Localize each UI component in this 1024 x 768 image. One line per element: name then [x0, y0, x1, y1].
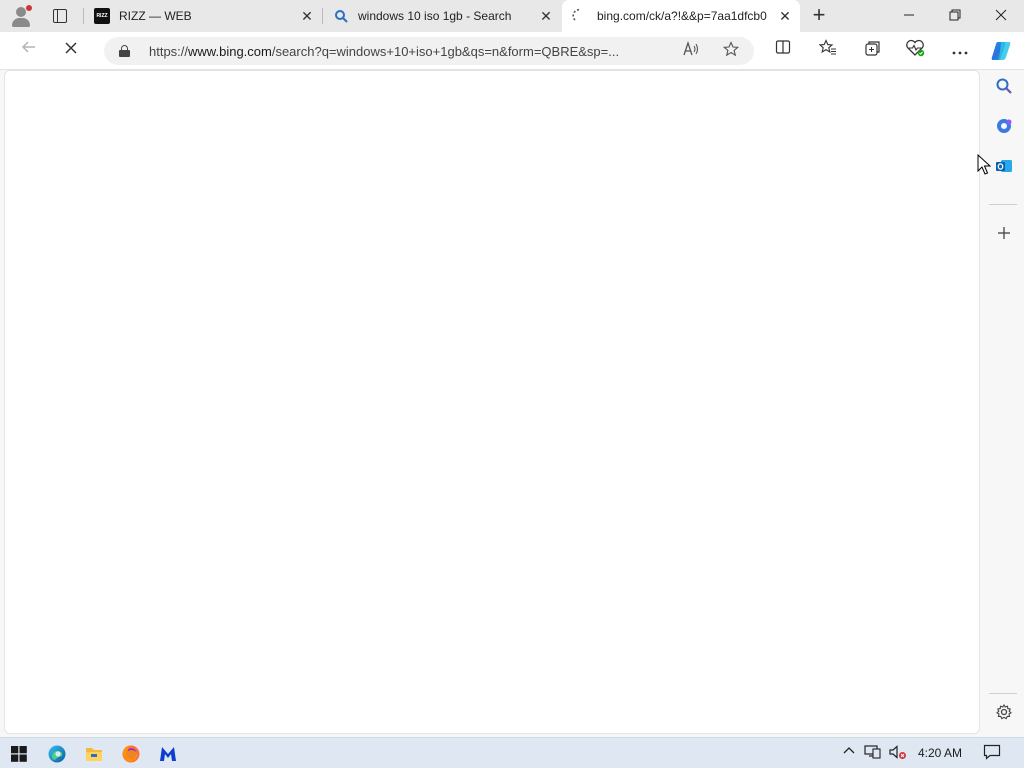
- restore-button[interactable]: [932, 0, 978, 32]
- more-options-icon[interactable]: [948, 39, 972, 63]
- close-tab-icon[interactable]: ✕: [539, 9, 553, 23]
- taskbar: 4:20 AM: [0, 737, 1024, 768]
- windows-start-icon[interactable]: [4, 741, 34, 767]
- url-text[interactable]: https://www.bing.com/search?q=windows+10…: [149, 44, 669, 59]
- sidebar-settings-icon[interactable]: [990, 702, 1018, 730]
- volume-muted-icon[interactable]: [888, 744, 908, 763]
- search-icon: [333, 8, 349, 24]
- lock-icon[interactable]: [119, 45, 130, 57]
- edge-taskbar-icon[interactable]: [42, 741, 72, 767]
- show-hidden-icons-chevron-icon[interactable]: [842, 744, 856, 761]
- favorites-icon[interactable]: [816, 39, 840, 63]
- close-tab-icon[interactable]: ✕: [778, 9, 792, 23]
- tab-title: windows 10 iso 1gb - Search: [358, 9, 512, 23]
- notification-dot: [26, 5, 32, 11]
- stop-loading-button[interactable]: [58, 38, 84, 64]
- split-screen-icon[interactable]: [771, 39, 795, 63]
- url-scheme: https://: [149, 44, 189, 59]
- sidebar-tools-icon[interactable]: [990, 117, 1018, 145]
- mouse-cursor-icon: [977, 153, 992, 176]
- add-sidebar-app-icon[interactable]: [990, 222, 1018, 250]
- close-tab-icon[interactable]: ✕: [300, 9, 314, 23]
- tab-bing-redirect[interactable]: bing.com/ck/a?!&&p=7aa1dfcb0 ✕: [562, 0, 800, 32]
- address-bar[interactable]: https://www.bing.com/search?q=windows+10…: [104, 37, 754, 65]
- loading-spinner-icon: [572, 8, 588, 24]
- minimize-button[interactable]: [886, 0, 932, 32]
- outlook-icon[interactable]: [990, 157, 1018, 185]
- read-aloud-icon[interactable]: [681, 40, 701, 61]
- new-tab-button[interactable]: +: [808, 4, 830, 27]
- file-explorer-icon[interactable]: [79, 741, 109, 767]
- profile-avatar-icon[interactable]: [10, 5, 32, 27]
- tab-title: RIZZ — WEB: [119, 9, 192, 23]
- clock[interactable]: 4:20 AM: [918, 746, 962, 760]
- close-window-button[interactable]: [978, 0, 1024, 32]
- action-center-icon[interactable]: [983, 744, 1001, 763]
- firefox-icon[interactable]: [116, 741, 146, 767]
- tab-title: bing.com/ck/a?!&&p=7aa1dfcb0: [597, 9, 767, 23]
- sidebar-divider: [989, 204, 1017, 205]
- sidebar-search-icon[interactable]: [990, 77, 1018, 105]
- tab-strip: RIZZ RIZZ — WEB ✕ windows 10 iso 1gb - S…: [0, 0, 1024, 32]
- favorite-star-icon[interactable]: [721, 41, 741, 61]
- network-icon[interactable]: [864, 744, 882, 763]
- tab-rizz-web[interactable]: RIZZ RIZZ — WEB ✕: [84, 0, 322, 32]
- collections-icon[interactable]: [860, 39, 884, 63]
- malwarebytes-icon[interactable]: [153, 741, 183, 767]
- browser-essentials-icon[interactable]: [903, 39, 927, 63]
- sidebar-divider: [989, 693, 1017, 694]
- url-path: /search?q=windows+10+iso+1gb&qs=n&form=Q…: [271, 44, 620, 59]
- url-host: www.bing.com: [188, 44, 272, 59]
- tab-bing-search[interactable]: windows 10 iso 1gb - Search ✕: [323, 0, 561, 32]
- web-page-viewport[interactable]: [4, 70, 980, 734]
- rizz-logo-icon: RIZZ: [94, 8, 110, 24]
- back-button[interactable]: [16, 38, 42, 64]
- tab-actions-icon[interactable]: [50, 6, 70, 26]
- toolbar: https://www.bing.com/search?q=windows+10…: [0, 32, 1024, 70]
- copilot-icon[interactable]: [989, 39, 1013, 63]
